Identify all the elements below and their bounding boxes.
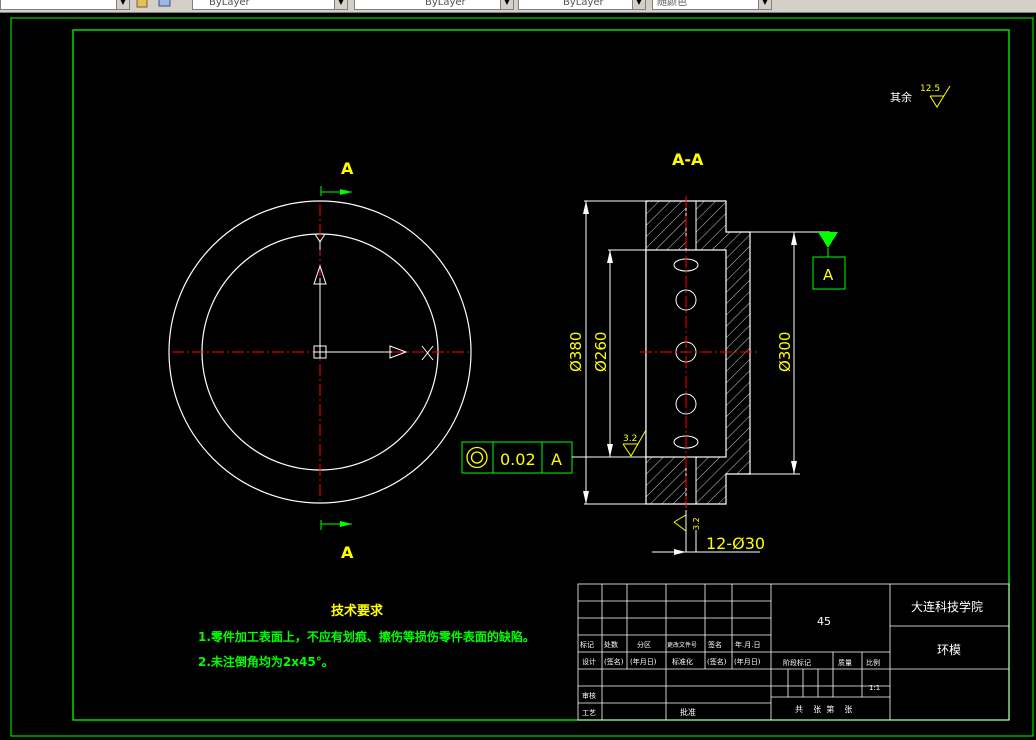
ucs-y-label-icon-2 xyxy=(319,233,326,243)
tb-r1-c2: 处数 xyxy=(604,640,618,649)
hatch-bottom-right xyxy=(696,457,726,504)
dim-outer-diameter: Ø380 xyxy=(567,332,585,372)
tb-material: 45 xyxy=(817,615,831,628)
tb-r1-c4: 更改文件号 xyxy=(667,641,697,649)
tb-stage-label: 阶段标记 xyxy=(783,658,811,667)
inner-drawing-frame xyxy=(72,29,1010,721)
tech-requirements-title: 技术要求 xyxy=(331,603,384,619)
dim-260-arrow-top-icon xyxy=(607,250,613,263)
hole-callout: 12-Ø30 xyxy=(706,534,765,553)
tb-r1-c5: 签名 xyxy=(708,640,722,649)
tb-r1-c3: 分区 xyxy=(637,640,651,649)
tb-r2-c5: (签名) xyxy=(707,657,727,666)
tech-requirement-1: 1.零件加工表面上，不应有划痕、擦伤等损伤零件表面的缺陷。 xyxy=(198,629,535,644)
drawing-canvas[interactable]: 其余 12.5 A A A-A Ø380 Ø260 Ø300 A 0.02 A … xyxy=(0,0,1036,740)
tb-process-label: 工艺 xyxy=(582,709,596,717)
hatch-right-band xyxy=(726,232,750,474)
tb-scale-label: 比例 xyxy=(866,658,880,667)
tb-weight-label: 质量 xyxy=(838,658,852,667)
section-mark-top: A xyxy=(341,159,354,178)
tb-r2-c3: (年月日) xyxy=(630,657,657,666)
tolerance-frame: 0.02 A xyxy=(461,441,646,474)
outer-sheet-border xyxy=(10,17,1034,737)
hatch-bottom-left xyxy=(646,457,686,504)
front-view xyxy=(168,200,472,504)
hole-roughness-icon xyxy=(673,514,687,532)
section-arrow-bottom-icon xyxy=(340,521,352,527)
section-mark-bottom: A xyxy=(341,543,354,562)
datum-label: A xyxy=(823,266,834,284)
section-arrow-top-icon xyxy=(340,189,352,195)
roughness-note-value: 12.5 xyxy=(920,84,940,94)
dim-380-arrow-top-icon xyxy=(583,201,589,214)
tb-school: 大连科技学院 xyxy=(911,599,983,614)
dim-260-arrow-bottom-icon xyxy=(607,444,613,457)
concentricity-icon-inner xyxy=(470,451,484,464)
dim-380-arrow-bottom-icon xyxy=(583,491,589,504)
roughness-note-label: 其余 xyxy=(890,90,912,104)
tb-r1-c1: 标记 xyxy=(580,640,594,649)
section-view xyxy=(640,196,760,510)
hatch-top-right xyxy=(696,201,726,250)
tech-requirement-2: 2.未注倒角均为2x45°。 xyxy=(198,654,334,669)
datum-triangle-icon xyxy=(818,232,838,248)
tolerance-value: 0.02 xyxy=(500,450,536,469)
tolerance-datum: A xyxy=(551,450,562,469)
dim-300-arrow-bottom-icon xyxy=(791,461,797,474)
tb-review-label: 审核 xyxy=(582,691,596,700)
hole-roughness-value: 3.2 xyxy=(692,517,701,530)
tb-r2-c6: (年月日) xyxy=(734,657,761,666)
section-view-label: A-A xyxy=(672,150,704,169)
tb-r2-c4: 标准化 xyxy=(672,657,693,666)
tb-approve-label: 批准 xyxy=(680,707,696,717)
dim-inner-diameter: Ø260 xyxy=(592,332,610,372)
dim-right-diameter: Ø300 xyxy=(776,332,794,372)
tb-r2-c2: (签名) xyxy=(604,657,624,666)
dim-300-arrow-top-icon xyxy=(791,232,797,245)
concentricity-icon xyxy=(466,446,488,469)
inner-roughness-value: 3.2 xyxy=(623,434,637,444)
hatch-top-left xyxy=(646,201,686,250)
tb-r2-c1: 设计 xyxy=(582,657,596,666)
ucs-y-label-icon xyxy=(314,233,321,243)
tb-sheet-info: 共 张 第 张 xyxy=(795,704,852,714)
tb-part-name: 环模 xyxy=(937,643,961,657)
tb-r1-c6: 年.月.日 xyxy=(735,640,760,649)
hole-callout-arrow-icon xyxy=(674,549,686,555)
tb-scale-value: 1:1 xyxy=(869,684,880,692)
